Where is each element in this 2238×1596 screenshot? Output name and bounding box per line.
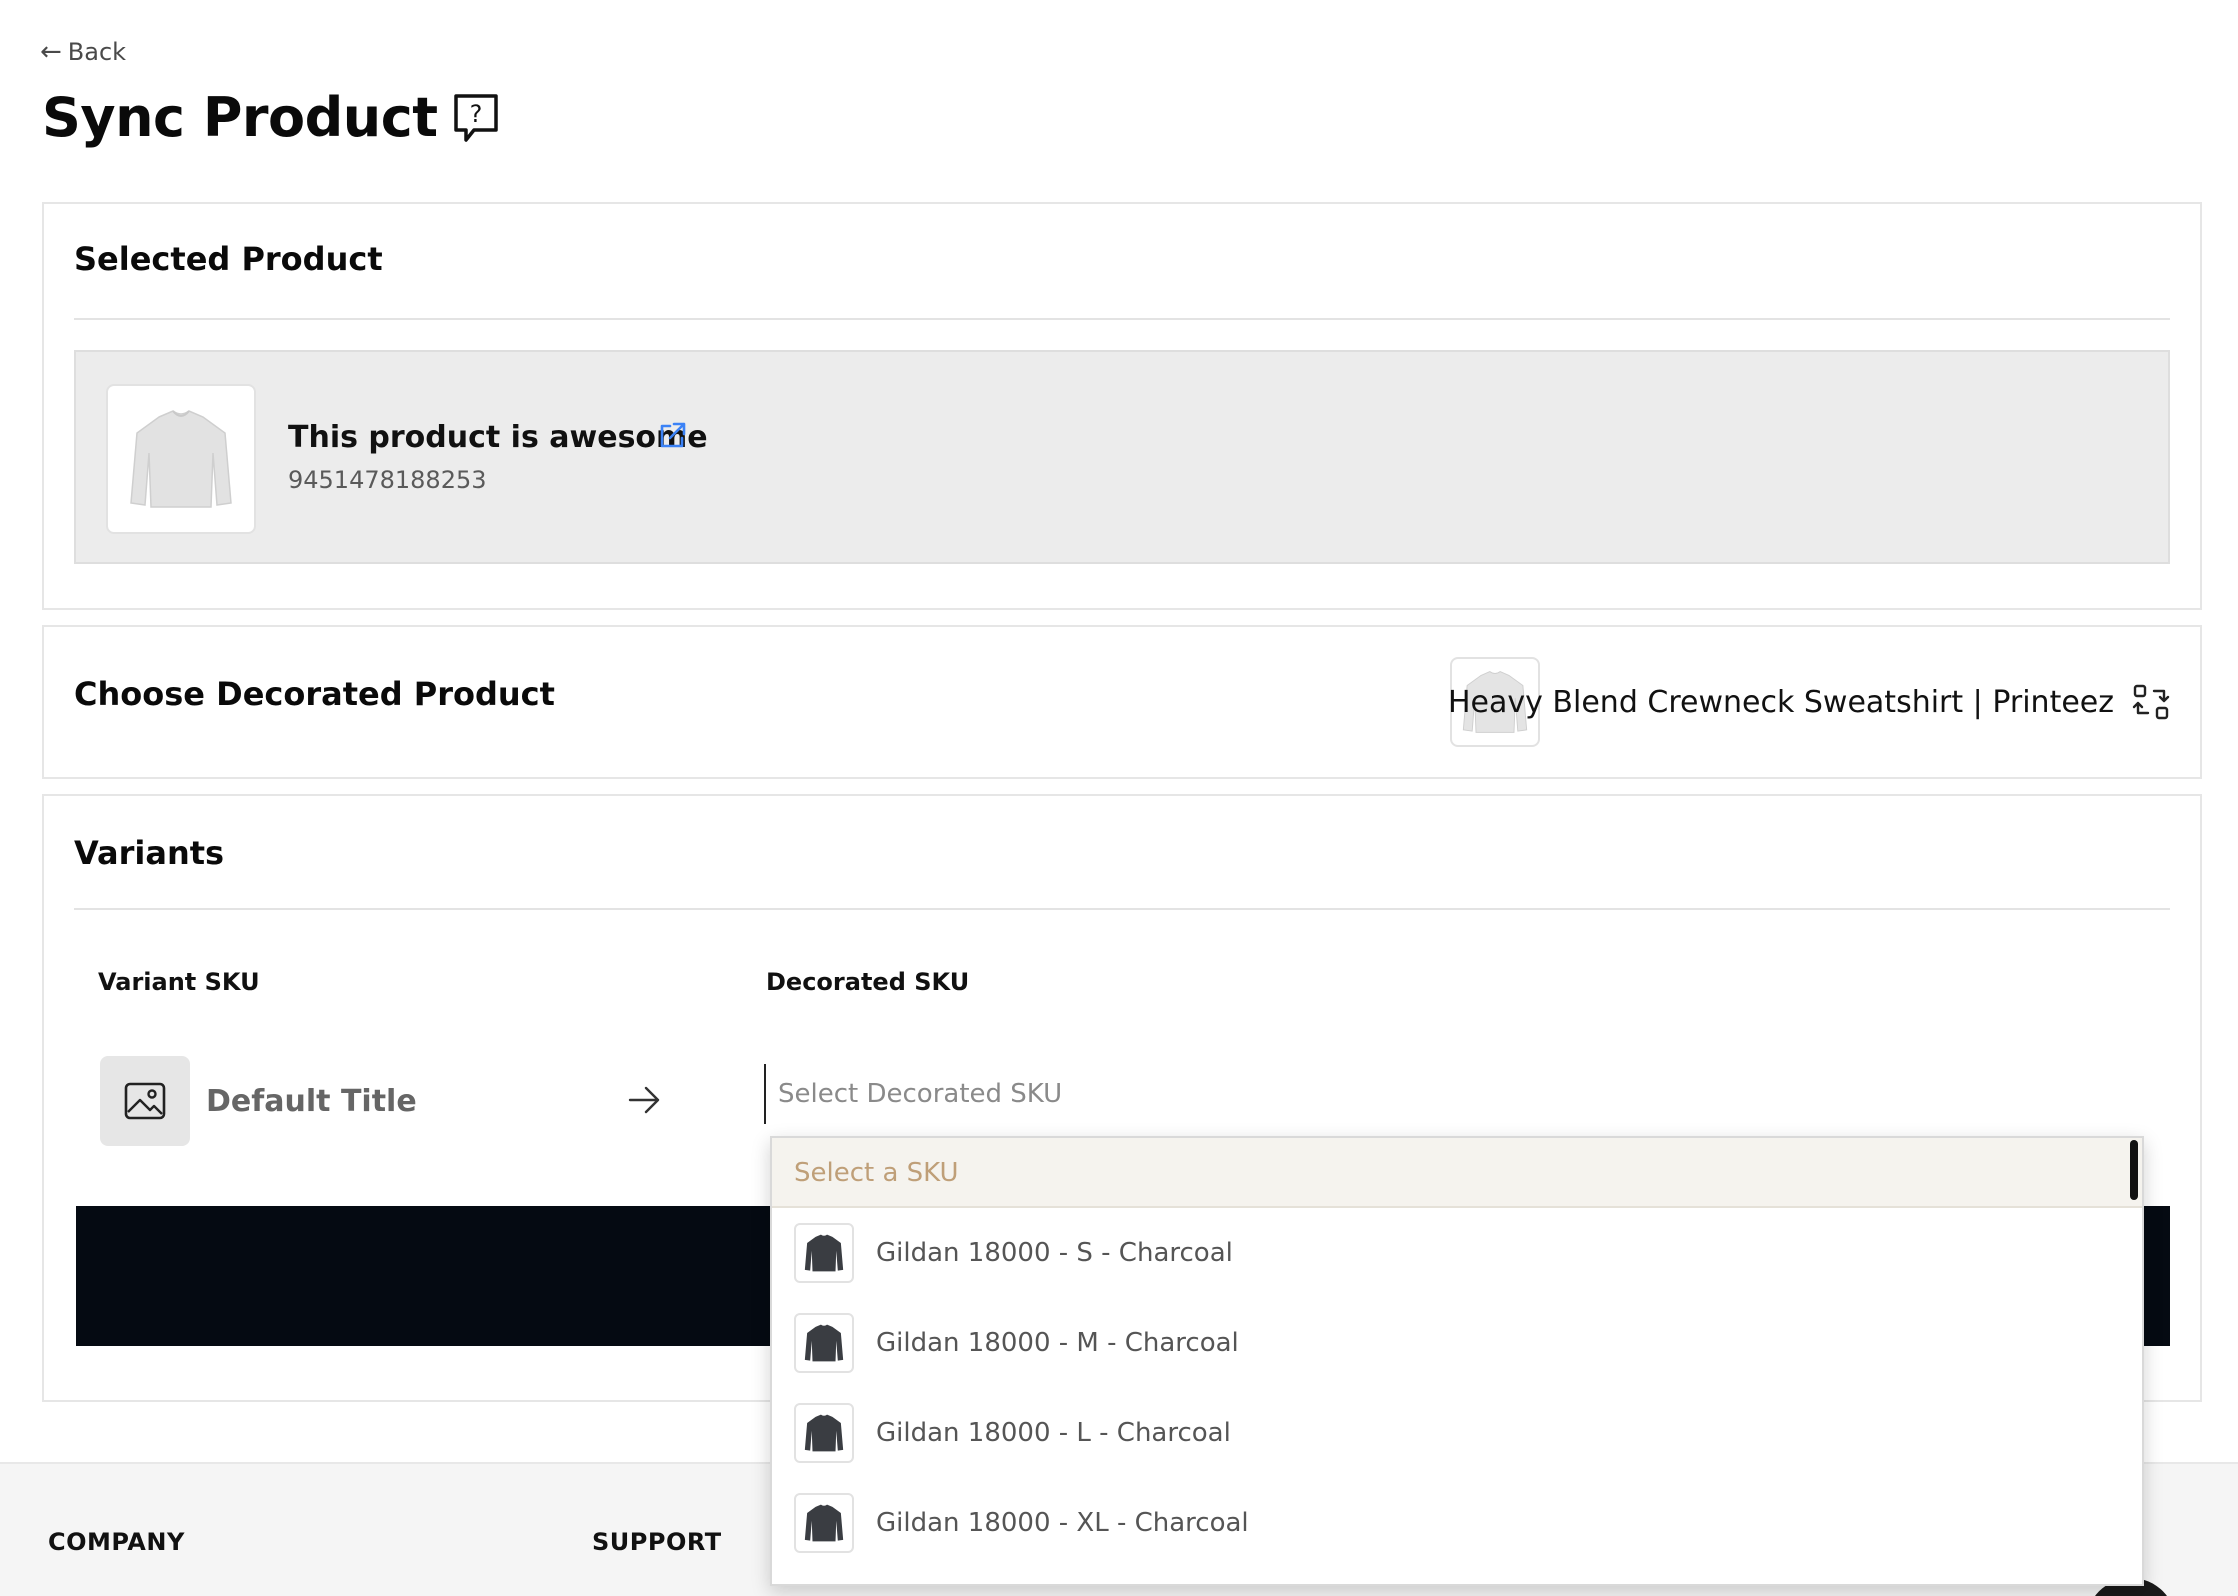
back-link[interactable]: ← Back [40, 38, 126, 66]
sweatshirt-image [804, 1414, 844, 1452]
variant-image-placeholder [100, 1056, 190, 1146]
dropdown-option-label: Gildan 18000 - XL - Charcoal [876, 1508, 1249, 1538]
dropdown-option[interactable]: Gildan 18000 - S - Charcoal [772, 1208, 2142, 1298]
sweatshirt-image [130, 410, 232, 508]
sweatshirt-image [804, 1504, 844, 1542]
help-chat-icon[interactable]: ? [452, 92, 500, 144]
image-icon [124, 1082, 166, 1120]
back-label: Back [67, 38, 127, 66]
dropdown-header: Select a SKU [772, 1138, 2142, 1208]
product-name: This product is awesome [288, 420, 708, 455]
variant-sku-column-header: Variant SKU [98, 968, 260, 996]
arrow-right-icon [628, 1086, 660, 1114]
dropdown-option-label: Gildan 18000 - M - Charcoal [876, 1328, 1239, 1358]
dropdown-option[interactable]: Gildan 18000 - XL - Charcoal [772, 1478, 2142, 1568]
product-id: 9451478188253 [288, 466, 487, 494]
selected-product-panel: This product is awesome 9451478188253 [74, 350, 2170, 564]
decorated-product-name: Heavy Blend Crewneck Sweatshirt | Printe… [1447, 685, 2114, 720]
footer-support-heading: SUPPORT [592, 1528, 722, 1556]
dropdown-option-label: Gildan 18000 - L - Charcoal [876, 1418, 1231, 1448]
variant-title: Default Title [206, 1084, 417, 1119]
swap-icon[interactable] [2132, 683, 2170, 721]
decorated-sku-input[interactable] [764, 1064, 2064, 1124]
choose-decorated-card: Choose Decorated Product Heavy Blend Cre… [42, 625, 2202, 779]
selected-product-card: Selected Product This product is awesome… [42, 202, 2202, 610]
sweatshirt-image [804, 1234, 844, 1272]
selected-product-heading: Selected Product [74, 240, 383, 278]
footer-company-heading: COMPANY [48, 1528, 185, 1556]
svg-text:?: ? [469, 100, 482, 128]
dropdown-option-label: Gildan 18000 - S - Charcoal [876, 1238, 1233, 1268]
sku-thumbnail [794, 1223, 854, 1283]
arrow-left-icon: ← [40, 37, 62, 67]
external-link-icon[interactable] [656, 420, 688, 452]
sku-dropdown[interactable]: Select a SKU Gildan 18000 - S - Charcoal… [770, 1136, 2144, 1586]
choose-decorated-heading: Choose Decorated Product [74, 675, 555, 713]
sku-thumbnail [794, 1403, 854, 1463]
dropdown-scrollbar[interactable] [2130, 1140, 2138, 1200]
divider [74, 318, 2170, 320]
sku-thumbnail [794, 1313, 854, 1373]
dropdown-option[interactable]: Gildan 18000 - M - Charcoal [772, 1298, 2142, 1388]
dropdown-option[interactable]: Gildan 18000 - L - Charcoal [772, 1388, 2142, 1478]
product-thumbnail [106, 384, 256, 534]
decorated-sku-column-header: Decorated SKU [766, 968, 970, 996]
dropdown-list: Gildan 18000 - S - Charcoal Gildan 18000… [772, 1208, 2142, 1568]
title-row: Sync Product ? [42, 86, 500, 149]
page-title: Sync Product [42, 86, 438, 149]
sweatshirt-image [804, 1324, 844, 1362]
divider [74, 908, 2170, 910]
sync-product-page: ← Back Sync Product ? Selected Product T… [0, 0, 2238, 1596]
variants-heading: Variants [74, 834, 225, 872]
sku-thumbnail [794, 1493, 854, 1553]
